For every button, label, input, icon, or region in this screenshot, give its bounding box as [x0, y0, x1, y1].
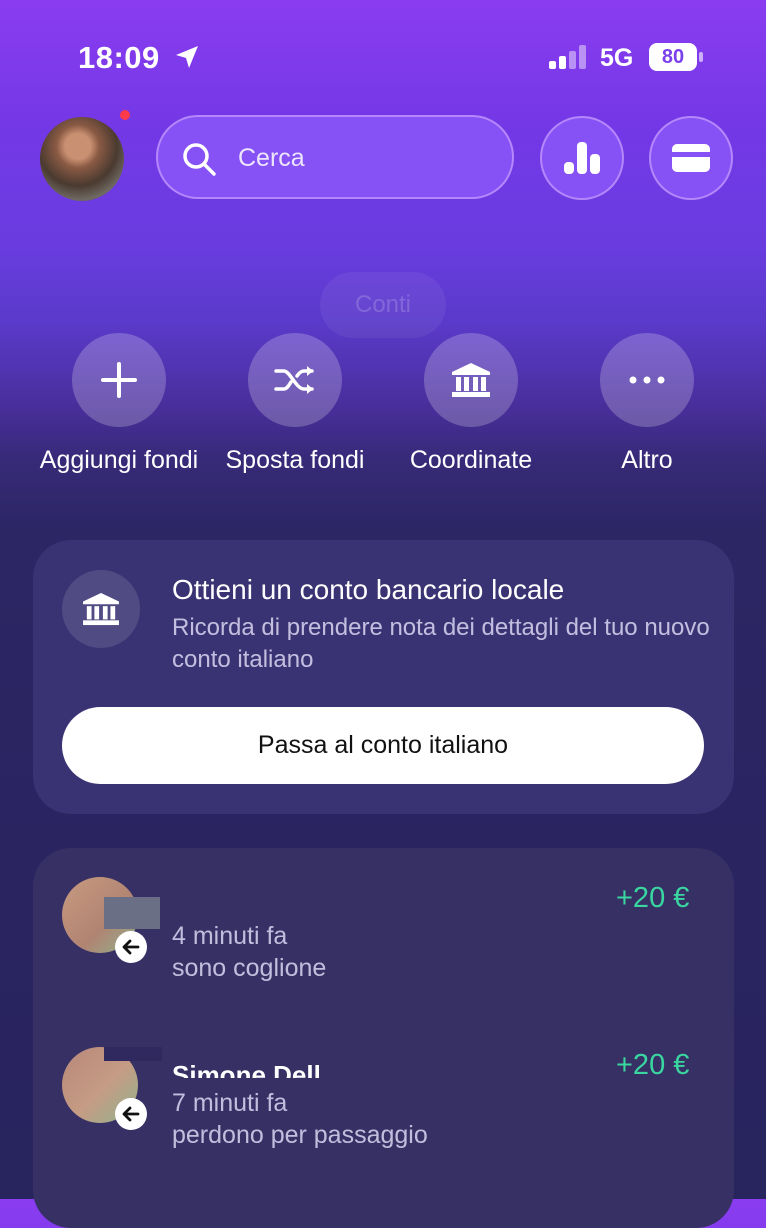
transaction-time: 7 minuti fa	[172, 1089, 288, 1117]
redacted-name-block	[104, 1047, 162, 1061]
cellular-signal-icon	[549, 45, 589, 69]
move-funds-label: Sposta fondi	[225, 446, 365, 474]
add-funds-label: Aggiungi fondi	[39, 446, 199, 474]
more-icon	[629, 376, 665, 384]
battery-icon: 80	[649, 43, 705, 71]
bank-icon	[451, 362, 491, 398]
more-label: Altro	[621, 446, 673, 474]
bank-details-label: Coordinate	[409, 446, 533, 474]
card-icon	[671, 143, 711, 173]
more-button[interactable]	[600, 333, 694, 427]
incoming-arrow-icon	[115, 1098, 147, 1130]
location-arrow-icon	[174, 44, 200, 70]
shuffle-icon	[274, 363, 316, 397]
bank-icon	[82, 592, 120, 626]
promo-title: Ottieni un conto bancario locale	[172, 574, 565, 605]
battery-level: 80	[661, 46, 685, 68]
switch-to-italian-account-button[interactable]: Passa al conto italiano	[62, 707, 704, 784]
move-funds-button[interactable]	[248, 333, 342, 427]
transaction-time: 4 minuti fa	[172, 922, 288, 950]
plus-icon	[101, 362, 137, 398]
transaction-amount: +20 €	[616, 882, 690, 914]
transaction-note: sono coglione	[172, 954, 327, 982]
status-time: 18:09	[78, 40, 160, 75]
add-funds-button[interactable]	[72, 333, 166, 427]
analytics-button[interactable]	[540, 116, 624, 200]
network-type: 5G	[600, 44, 634, 72]
promo-subtitle: Ricorda di prendere nota dei dettagli de…	[172, 614, 710, 673]
bank-details-button[interactable]	[424, 333, 518, 427]
promo-bank-badge	[62, 570, 140, 648]
notification-dot	[120, 110, 130, 120]
transaction-note: perdono per passaggio	[172, 1121, 428, 1149]
search-icon	[180, 140, 218, 178]
redacted-name-block	[104, 897, 160, 929]
transaction-amount: +20 €	[616, 1049, 690, 1081]
transaction-name: Simone Dell	[172, 1060, 321, 1078]
incoming-arrow-icon	[115, 931, 147, 963]
accounts-tab[interactable]: Conti	[320, 272, 446, 338]
search-placeholder[interactable]: Cerca	[238, 144, 305, 173]
profile-avatar[interactable]	[40, 117, 124, 201]
cards-button[interactable]	[649, 116, 733, 200]
bar-chart-icon	[562, 140, 602, 176]
